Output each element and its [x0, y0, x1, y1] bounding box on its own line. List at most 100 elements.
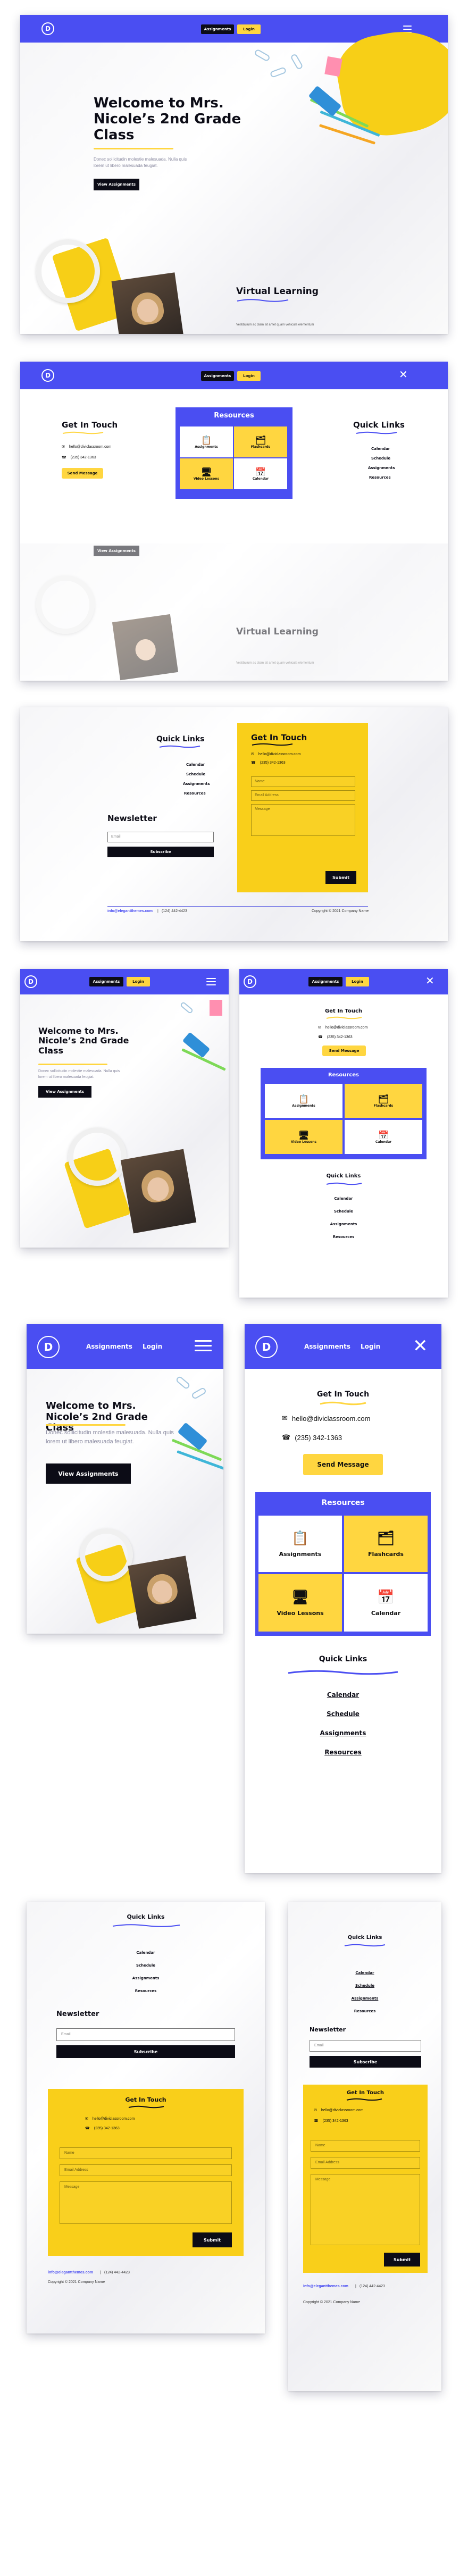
contact-message-input[interactable]: Message [251, 804, 355, 836]
nav-login-button[interactable]: Login [127, 977, 150, 986]
subscribe-button[interactable]: Subscribe [310, 2056, 421, 2068]
site-logo[interactable]: D [244, 975, 256, 988]
resource-tile-flashcards[interactable]: 🗂 Flashcards [345, 1084, 422, 1118]
footer-email-link[interactable]: info@elegantthemes.com [303, 2285, 348, 2288]
send-message-button[interactable]: Send Message [62, 468, 103, 479]
nav-login-button[interactable]: Login [346, 977, 369, 986]
newsletter-title: Newsletter [56, 2010, 99, 2018]
site-logo[interactable]: D [41, 22, 54, 35]
quick-link-schedule[interactable]: Schedule [288, 1984, 441, 1988]
newsletter-email-input[interactable]: Email [310, 2040, 421, 2052]
quick-link-calendar[interactable]: Calendar [288, 1971, 441, 1975]
resource-tile-calendar[interactable]: 📅 Calendar [234, 458, 287, 489]
quick-link-resources[interactable]: Resources [27, 1989, 265, 1993]
submit-button[interactable]: Submit [325, 871, 356, 884]
quick-link-calendar[interactable]: Calendar [186, 763, 205, 767]
view-assignments-button[interactable]: View Assignments [38, 1086, 91, 1098]
contact-phone[interactable]: ☎ (235) 342-1363 [62, 455, 96, 459]
subscribe-button[interactable]: Subscribe [107, 847, 214, 857]
resource-tile-video-lessons[interactable]: 🖥 Video Lessons [258, 1574, 342, 1632]
submit-button[interactable]: Submit [384, 2253, 420, 2266]
resource-tile-flashcards[interactable]: 🗂 Flashcards [234, 426, 287, 457]
site-logo[interactable]: D [255, 1336, 278, 1358]
contact-name-input[interactable]: Name [60, 2147, 232, 2159]
send-message-button[interactable]: Send Message [303, 1454, 383, 1475]
newsletter-email-input[interactable]: Email [107, 832, 214, 842]
quick-link-schedule[interactable]: Schedule [186, 772, 205, 776]
view-assignments-button[interactable]: View Assignments [46, 1463, 131, 1484]
footer-email-link[interactable]: info@elegantthemes.com [107, 909, 153, 913]
quick-link-schedule[interactable]: Schedule [371, 456, 390, 461]
view-assignments-button[interactable]: View Assignments [94, 546, 139, 556]
hamburger-menu-icon[interactable] [195, 1340, 212, 1353]
newsletter-email-input[interactable]: Email [56, 2028, 235, 2041]
contact-email[interactable]: ✉ hello@diviclassroom.com [85, 2117, 135, 2121]
contact-name-input[interactable]: Name [251, 776, 355, 787]
resource-tile-calendar[interactable]: 📅 Calendar [344, 1574, 428, 1632]
contact-phone[interactable]: ☎ (235) 342-1363 [85, 2126, 120, 2130]
submit-button[interactable]: Submit [193, 2232, 232, 2247]
quick-link-assignments[interactable]: Assignments [239, 1222, 448, 1226]
contact-email-input[interactable]: Email Address [311, 2157, 420, 2169]
contact-email-input[interactable]: Email Address [251, 790, 355, 801]
quick-link-schedule[interactable]: Schedule [239, 1209, 448, 1214]
contact-email[interactable]: ✉ hello@diviclassroom.com [251, 752, 300, 756]
quick-link-resources[interactable]: Resources [184, 791, 206, 796]
quick-link-schedule[interactable]: Schedule [245, 1710, 441, 1718]
nav-login-link[interactable]: Login [143, 1343, 162, 1350]
footer-email-link[interactable]: info@elegantthemes.com [48, 2271, 93, 2274]
contact-phone[interactable]: ☎ (235) 342-1363 [251, 760, 286, 765]
close-menu-icon[interactable]: ✕ [425, 975, 434, 986]
contact-name-input[interactable]: Name [311, 2140, 420, 2152]
resource-tile-flashcards[interactable]: 🗂 Flashcards [344, 1516, 428, 1572]
view-assignments-button[interactable]: View Assignments [94, 179, 139, 190]
quick-link-assignments[interactable]: Assignments [27, 1976, 265, 1980]
nav-assignments-button[interactable]: Assignments [201, 371, 234, 381]
contact-email-input[interactable]: Email Address [60, 2164, 232, 2176]
quick-link-assignments[interactable]: Assignments [245, 1729, 441, 1737]
resource-tile-calendar[interactable]: 📅 Calendar [345, 1120, 422, 1154]
contact-email[interactable]: ✉ hello@diviclassroom.com [314, 2108, 363, 2112]
resource-tile-video-lessons[interactable]: 🖥 Video Lessons [180, 458, 233, 489]
hamburger-menu-icon[interactable] [206, 978, 216, 988]
subscribe-button[interactable]: Subscribe [56, 2045, 235, 2058]
resource-tile-video-lessons[interactable]: 🖥 Video Lessons [265, 1120, 342, 1154]
nav-assignments-link[interactable]: Assignments [304, 1343, 350, 1350]
close-menu-icon[interactable]: ✕ [413, 1337, 428, 1355]
quick-link-resources[interactable]: Resources [288, 2009, 441, 2013]
resource-tile-assignments[interactable]: 📋 Assignments [180, 426, 233, 457]
nav-assignments-button[interactable]: Assignments [308, 977, 342, 986]
contact-email[interactable]: ✉ hello@diviclassroom.com [318, 1025, 367, 1030]
send-message-button[interactable]: Send Message [322, 1046, 366, 1056]
quick-link-resources[interactable]: Resources [245, 1749, 441, 1756]
site-logo[interactable]: D [37, 1336, 60, 1358]
quick-link-assignments[interactable]: Assignments [288, 1996, 441, 2001]
quick-link-assignments[interactable]: Assignments [368, 466, 395, 470]
nav-assignments-button[interactable]: Assignments [201, 24, 234, 34]
nav-login-button[interactable]: Login [237, 24, 261, 34]
contact-phone[interactable]: ☎ (235) 342-1363 [282, 1434, 342, 1442]
quick-link-calendar[interactable]: Calendar [239, 1197, 448, 1201]
quick-link-schedule[interactable]: Schedule [27, 1963, 265, 1968]
quick-link-calendar[interactable]: Calendar [371, 447, 390, 451]
contact-email[interactable]: ✉ hello@diviclassroom.com [62, 445, 111, 449]
contact-phone[interactable]: ☎ (235) 342-1363 [314, 2119, 348, 2123]
close-menu-icon[interactable]: ✕ [399, 369, 408, 380]
resource-tile-assignments[interactable]: 📋 Assignments [265, 1084, 342, 1118]
quick-link-assignments[interactable]: Assignments [183, 782, 210, 786]
quick-link-resources[interactable]: Resources [239, 1235, 448, 1239]
site-logo[interactable]: D [24, 975, 37, 988]
contact-message-input[interactable]: Message [311, 2174, 420, 2245]
quick-link-resources[interactable]: Resources [369, 475, 391, 480]
nav-assignments-link[interactable]: Assignments [86, 1343, 132, 1350]
nav-assignments-button[interactable]: Assignments [89, 977, 123, 986]
nav-login-link[interactable]: Login [361, 1343, 380, 1350]
nav-login-button[interactable]: Login [237, 371, 261, 381]
contact-phone[interactable]: ☎ (235) 342-1363 [318, 1035, 353, 1039]
contact-email[interactable]: ✉ hello@diviclassroom.com [282, 1415, 370, 1423]
contact-message-input[interactable]: Message [60, 2181, 232, 2224]
resource-tile-assignments[interactable]: 📋 Assignments [258, 1516, 342, 1572]
quick-link-calendar[interactable]: Calendar [245, 1691, 441, 1699]
quick-link-calendar[interactable]: Calendar [27, 1951, 265, 1955]
site-logo[interactable]: D [41, 369, 54, 382]
